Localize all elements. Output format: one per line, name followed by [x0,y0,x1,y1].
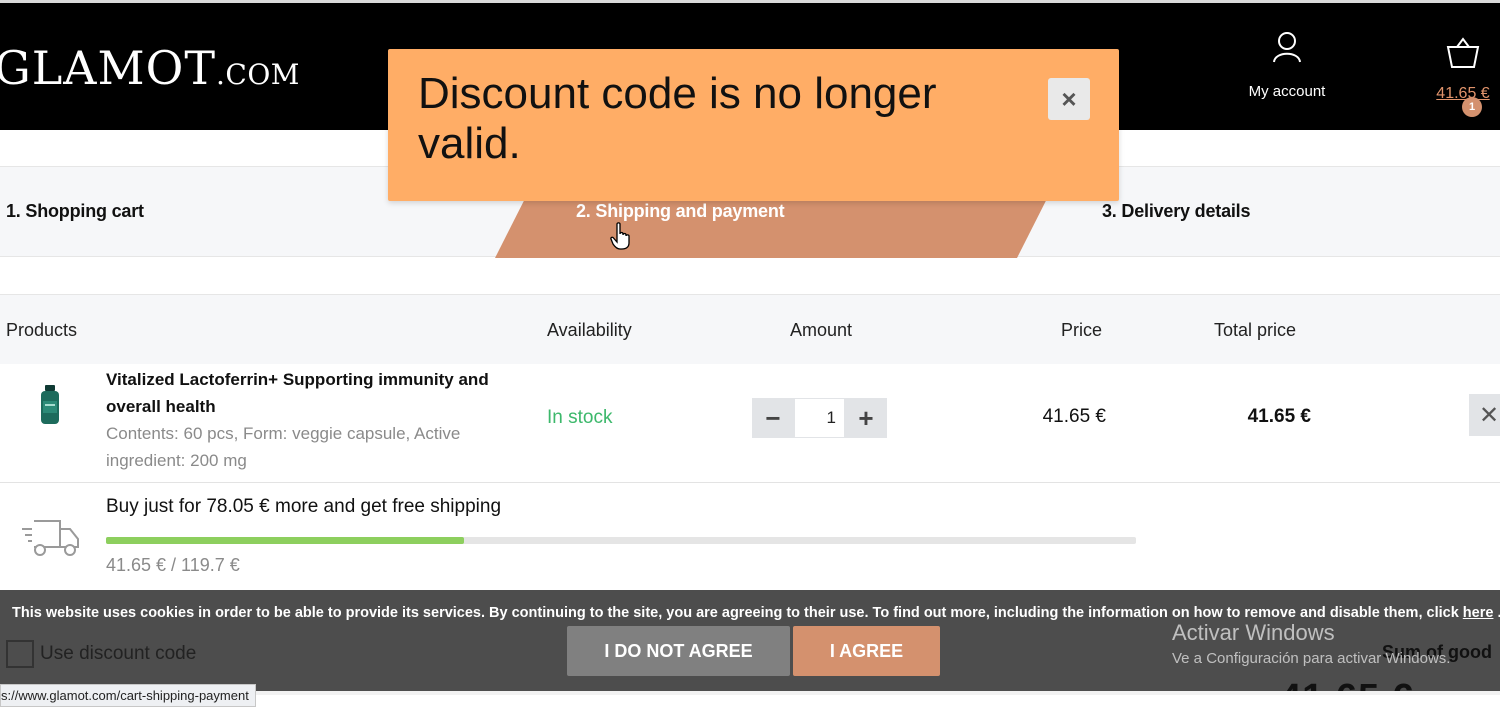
decrease-quantity-button[interactable]: − [752,398,794,438]
watermark-title: Activar Windows [1172,620,1335,645]
header-products: Products [6,320,78,340]
quantity-stepper: − + [752,398,887,438]
product-name-link[interactable]: Vitalized Lactoferrin+ Supporting immuni… [106,366,536,420]
unit-price: 41.65 € [1042,406,1106,427]
quantity-input[interactable] [794,398,845,438]
logo-main: GLAMOT [0,41,217,95]
cookie-more-info-link[interactable]: here [1463,605,1494,621]
order-total: 41.65 € [1280,678,1414,691]
free-shipping-message: Buy just for 78.05 € more and get free s… [106,496,502,517]
plus-icon: + [858,402,874,433]
step-shopping-cart[interactable]: 1. Shopping cart [6,201,144,222]
header-price: Price [1061,320,1103,340]
cart-row: Vitalized Lactoferrin+ Supporting immuni… [0,364,1500,483]
remove-item-button[interactable]: ✕ [1469,394,1500,436]
cart-link[interactable]: 1 41.65 € [1426,37,1500,117]
cookie-banner: This website uses cookies in order to be… [0,590,1500,691]
cookie-notice-text: This website uses cookies in order to be… [12,605,1500,621]
free-shipping-progress-bar [106,537,1136,544]
error-toast: Discount code is no longer valid. × [388,49,1119,201]
header-total-price: Total price [1214,320,1297,340]
increase-quantity-button[interactable]: + [845,398,887,438]
discount-code-checkbox[interactable] [6,640,34,668]
discount-code-label: Use discount code [40,643,197,664]
cart-table-header: Products Availability Amount Price Total… [0,294,1500,364]
my-account-label: My account [1248,83,1326,100]
hand-cursor-icon [610,222,630,250]
basket-icon [1446,37,1480,68]
cookie-disagree-button[interactable]: I DO NOT AGREE [567,626,790,676]
header-amount: Amount [790,320,853,340]
free-shipping-progress-fill [106,537,465,544]
logo-suffix: .COM [216,58,300,91]
delivery-truck-icon [22,520,79,556]
product-description: Contents: 60 pcs, Form: veggie capsule, … [106,424,461,470]
watermark-subtitle: Ve a Configuración para activar Windows. [1172,650,1451,667]
cookie-text: This website uses cookies in order to be… [12,605,1459,621]
browser-status-url: s://www.glamot.com/cart-shipping-payment [0,684,256,707]
windows-activation-watermark: Activar Windows Ve a Configuración para … [1172,620,1450,667]
minus-icon: − [765,402,781,433]
free-shipping-progress-text: 41.65 € / 119.7 € [106,555,240,575]
close-icon: × [1061,83,1077,114]
row-total-price: 41.65 € [1247,406,1311,427]
cookie-agree-button[interactable]: I AGREE [793,626,940,676]
user-icon [1273,32,1301,63]
step-delivery-details[interactable]: 3. Delivery details [1102,201,1250,222]
site-logo[interactable]: GLAMOT.COM [0,41,300,102]
my-account-link[interactable]: My account [1232,31,1342,100]
free-shipping-section: Buy just for 78.05 € more and get free s… [0,483,1500,590]
availability-status: In stock [547,407,613,428]
step-shipping-payment[interactable]: 2. Shipping and payment [576,201,785,222]
toast-message: Discount code is no longer valid. [418,69,937,168]
close-icon: ✕ [1479,401,1500,429]
cart-count-badge: 1 [1462,97,1482,117]
header-availability: Availability [547,320,632,340]
discount-code-toggle[interactable]: Use discount code [6,640,196,668]
product-bottle-image[interactable] [38,385,62,425]
toast-close-button[interactable]: × [1048,78,1090,120]
